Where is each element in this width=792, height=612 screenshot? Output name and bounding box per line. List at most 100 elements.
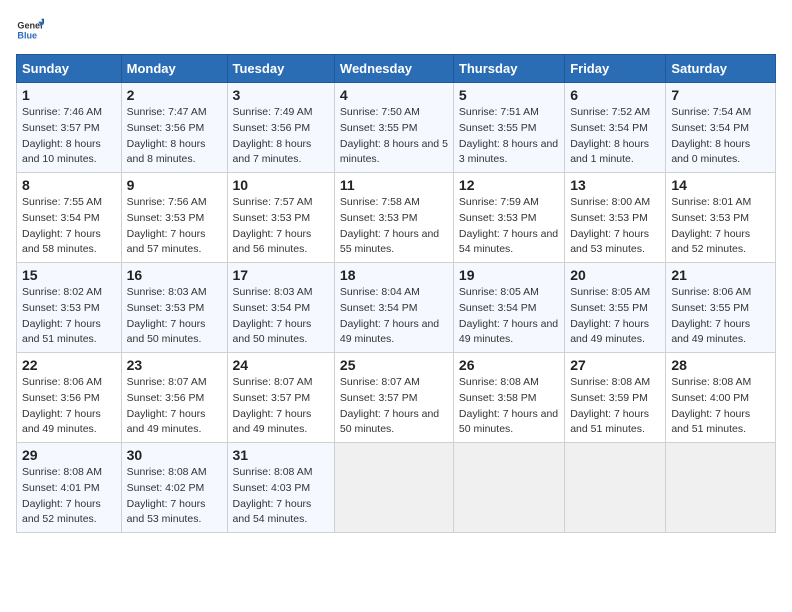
calendar-cell: 13 Sunrise: 8:00 AMSunset: 3:53 PMDaylig…: [565, 173, 666, 263]
day-number: 5: [459, 87, 559, 103]
svg-text:Blue: Blue: [17, 30, 37, 40]
calendar-cell: [334, 443, 453, 533]
calendar-cell: 16 Sunrise: 8:03 AMSunset: 3:53 PMDaylig…: [121, 263, 227, 353]
header-tuesday: Tuesday: [227, 55, 334, 83]
calendar-cell: 28 Sunrise: 8:08 AMSunset: 4:00 PMDaylig…: [666, 353, 776, 443]
day-info: Sunrise: 8:08 AMSunset: 3:58 PMDaylight:…: [459, 376, 558, 435]
day-number: 1: [22, 87, 116, 103]
calendar-header-row: SundayMondayTuesdayWednesdayThursdayFrid…: [17, 55, 776, 83]
header-thursday: Thursday: [453, 55, 564, 83]
calendar-cell: [453, 443, 564, 533]
day-info: Sunrise: 7:46 AMSunset: 3:57 PMDaylight:…: [22, 106, 102, 165]
day-number: 31: [233, 447, 329, 463]
day-number: 10: [233, 177, 329, 193]
calendar-cell: 1 Sunrise: 7:46 AMSunset: 3:57 PMDayligh…: [17, 83, 122, 173]
day-number: 19: [459, 267, 559, 283]
calendar-cell: 7 Sunrise: 7:54 AMSunset: 3:54 PMDayligh…: [666, 83, 776, 173]
header-saturday: Saturday: [666, 55, 776, 83]
calendar-cell: 27 Sunrise: 8:08 AMSunset: 3:59 PMDaylig…: [565, 353, 666, 443]
day-number: 8: [22, 177, 116, 193]
header-wednesday: Wednesday: [334, 55, 453, 83]
day-number: 3: [233, 87, 329, 103]
calendar-cell: 26 Sunrise: 8:08 AMSunset: 3:58 PMDaylig…: [453, 353, 564, 443]
day-info: Sunrise: 7:59 AMSunset: 3:53 PMDaylight:…: [459, 196, 558, 255]
calendar-cell: 20 Sunrise: 8:05 AMSunset: 3:55 PMDaylig…: [565, 263, 666, 353]
day-number: 24: [233, 357, 329, 373]
day-number: 21: [671, 267, 770, 283]
day-number: 17: [233, 267, 329, 283]
day-info: Sunrise: 7:58 AMSunset: 3:53 PMDaylight:…: [340, 196, 439, 255]
day-info: Sunrise: 8:07 AMSunset: 3:57 PMDaylight:…: [340, 376, 439, 435]
day-info: Sunrise: 7:55 AMSunset: 3:54 PMDaylight:…: [22, 196, 102, 255]
logo-icon: General Blue: [16, 16, 44, 44]
day-info: Sunrise: 7:54 AMSunset: 3:54 PMDaylight:…: [671, 106, 751, 165]
week-row-4: 22 Sunrise: 8:06 AMSunset: 3:56 PMDaylig…: [17, 353, 776, 443]
week-row-5: 29 Sunrise: 8:08 AMSunset: 4:01 PMDaylig…: [17, 443, 776, 533]
calendar-cell: 24 Sunrise: 8:07 AMSunset: 3:57 PMDaylig…: [227, 353, 334, 443]
week-row-2: 8 Sunrise: 7:55 AMSunset: 3:54 PMDayligh…: [17, 173, 776, 263]
calendar-cell: 6 Sunrise: 7:52 AMSunset: 3:54 PMDayligh…: [565, 83, 666, 173]
page-header: General Blue: [16, 16, 776, 44]
day-number: 30: [127, 447, 222, 463]
day-number: 6: [570, 87, 660, 103]
calendar-cell: 17 Sunrise: 8:03 AMSunset: 3:54 PMDaylig…: [227, 263, 334, 353]
calendar-cell: 5 Sunrise: 7:51 AMSunset: 3:55 PMDayligh…: [453, 83, 564, 173]
calendar-cell: 23 Sunrise: 8:07 AMSunset: 3:56 PMDaylig…: [121, 353, 227, 443]
calendar-cell: 29 Sunrise: 8:08 AMSunset: 4:01 PMDaylig…: [17, 443, 122, 533]
day-number: 13: [570, 177, 660, 193]
day-info: Sunrise: 7:57 AMSunset: 3:53 PMDaylight:…: [233, 196, 313, 255]
day-number: 26: [459, 357, 559, 373]
day-number: 15: [22, 267, 116, 283]
day-info: Sunrise: 8:08 AMSunset: 4:01 PMDaylight:…: [22, 466, 102, 525]
day-number: 7: [671, 87, 770, 103]
calendar-cell: 25 Sunrise: 8:07 AMSunset: 3:57 PMDaylig…: [334, 353, 453, 443]
day-info: Sunrise: 8:07 AMSunset: 3:57 PMDaylight:…: [233, 376, 313, 435]
day-number: 20: [570, 267, 660, 283]
day-info: Sunrise: 8:08 AMSunset: 3:59 PMDaylight:…: [570, 376, 650, 435]
calendar-cell: 2 Sunrise: 7:47 AMSunset: 3:56 PMDayligh…: [121, 83, 227, 173]
calendar-table: SundayMondayTuesdayWednesdayThursdayFrid…: [16, 54, 776, 533]
day-number: 12: [459, 177, 559, 193]
day-number: 29: [22, 447, 116, 463]
header-sunday: Sunday: [17, 55, 122, 83]
calendar-cell: 31 Sunrise: 8:08 AMSunset: 4:03 PMDaylig…: [227, 443, 334, 533]
calendar-cell: [565, 443, 666, 533]
day-info: Sunrise: 8:03 AMSunset: 3:54 PMDaylight:…: [233, 286, 313, 345]
day-number: 28: [671, 357, 770, 373]
day-info: Sunrise: 7:50 AMSunset: 3:55 PMDaylight:…: [340, 106, 448, 165]
day-number: 4: [340, 87, 448, 103]
day-info: Sunrise: 8:07 AMSunset: 3:56 PMDaylight:…: [127, 376, 207, 435]
calendar-cell: 19 Sunrise: 8:05 AMSunset: 3:54 PMDaylig…: [453, 263, 564, 353]
calendar-cell: 8 Sunrise: 7:55 AMSunset: 3:54 PMDayligh…: [17, 173, 122, 263]
day-number: 9: [127, 177, 222, 193]
day-info: Sunrise: 8:00 AMSunset: 3:53 PMDaylight:…: [570, 196, 650, 255]
day-number: 23: [127, 357, 222, 373]
day-info: Sunrise: 8:08 AMSunset: 4:00 PMDaylight:…: [671, 376, 751, 435]
header-friday: Friday: [565, 55, 666, 83]
day-number: 27: [570, 357, 660, 373]
day-number: 18: [340, 267, 448, 283]
header-monday: Monday: [121, 55, 227, 83]
calendar-cell: 3 Sunrise: 7:49 AMSunset: 3:56 PMDayligh…: [227, 83, 334, 173]
calendar-cell: 11 Sunrise: 7:58 AMSunset: 3:53 PMDaylig…: [334, 173, 453, 263]
week-row-3: 15 Sunrise: 8:02 AMSunset: 3:53 PMDaylig…: [17, 263, 776, 353]
day-number: 16: [127, 267, 222, 283]
day-info: Sunrise: 8:04 AMSunset: 3:54 PMDaylight:…: [340, 286, 439, 345]
day-info: Sunrise: 7:52 AMSunset: 3:54 PMDaylight:…: [570, 106, 650, 165]
calendar-cell: 12 Sunrise: 7:59 AMSunset: 3:53 PMDaylig…: [453, 173, 564, 263]
day-info: Sunrise: 8:06 AMSunset: 3:55 PMDaylight:…: [671, 286, 751, 345]
calendar-cell: [666, 443, 776, 533]
week-row-1: 1 Sunrise: 7:46 AMSunset: 3:57 PMDayligh…: [17, 83, 776, 173]
day-info: Sunrise: 8:05 AMSunset: 3:54 PMDaylight:…: [459, 286, 558, 345]
day-info: Sunrise: 8:01 AMSunset: 3:53 PMDaylight:…: [671, 196, 751, 255]
calendar-cell: 9 Sunrise: 7:56 AMSunset: 3:53 PMDayligh…: [121, 173, 227, 263]
day-info: Sunrise: 8:03 AMSunset: 3:53 PMDaylight:…: [127, 286, 207, 345]
day-number: 2: [127, 87, 222, 103]
day-number: 25: [340, 357, 448, 373]
day-info: Sunrise: 8:08 AMSunset: 4:02 PMDaylight:…: [127, 466, 207, 525]
logo: General Blue: [16, 16, 48, 44]
calendar-cell: 30 Sunrise: 8:08 AMSunset: 4:02 PMDaylig…: [121, 443, 227, 533]
day-number: 14: [671, 177, 770, 193]
day-info: Sunrise: 7:49 AMSunset: 3:56 PMDaylight:…: [233, 106, 313, 165]
day-info: Sunrise: 7:51 AMSunset: 3:55 PMDaylight:…: [459, 106, 558, 165]
